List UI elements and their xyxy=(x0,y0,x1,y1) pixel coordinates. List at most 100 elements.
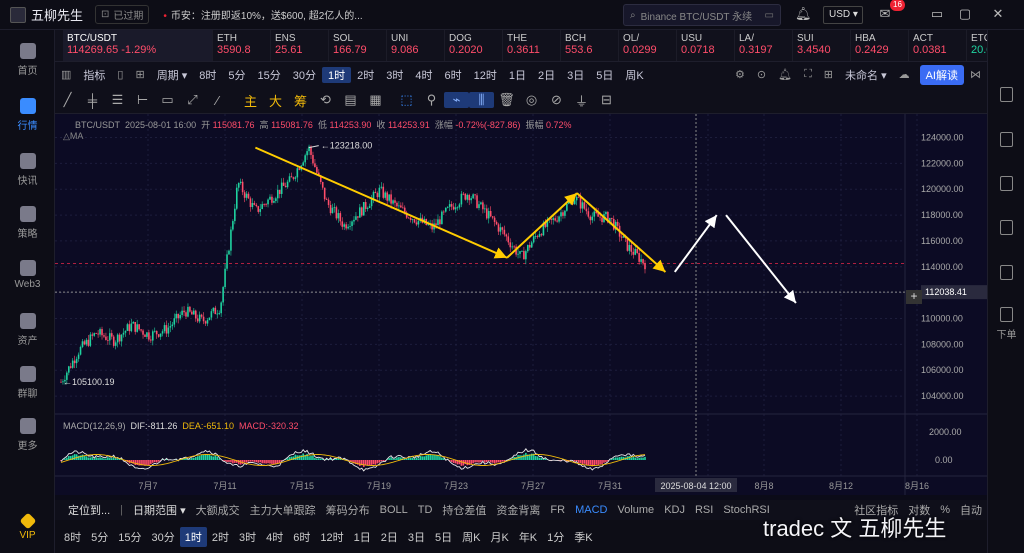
interval-option[interactable]: 12时 xyxy=(468,67,503,83)
fullscreen-icon[interactable]: ⛶ xyxy=(798,68,818,81)
interval-option[interactable]: 8时 xyxy=(193,67,222,83)
interval-button[interactable]: 2日 xyxy=(376,529,403,545)
ai-analysis-button[interactable]: AI解读 xyxy=(919,64,964,85)
alert-icon[interactable] xyxy=(1000,307,1013,322)
app-logo[interactable]: 五柳先生 xyxy=(0,5,83,24)
large-order-button[interactable]: 大 xyxy=(263,91,288,110)
interval-button[interactable]: 周K xyxy=(457,529,485,545)
chart-canvas[interactable]: 124000.00 122000.00 120000.00 118000.00 1160… xyxy=(55,114,987,495)
settings-icon[interactable]: ⚙ xyxy=(729,68,751,81)
symbol-tab[interactable]: BCH 553.6 xyxy=(561,30,619,61)
interval-button[interactable]: 1分 xyxy=(542,529,569,545)
interval-option[interactable]: 6时 xyxy=(439,67,468,83)
place-order-button[interactable]: 下单 xyxy=(988,326,1024,341)
nav-markets[interactable]: 行情 xyxy=(0,98,55,132)
symbol-tab[interactable]: SUI 3.4540 xyxy=(793,30,851,61)
chip-button[interactable]: 筹 xyxy=(288,91,313,110)
brush-tool-icon[interactable]: ∕ xyxy=(205,93,230,108)
ma-indicator-label[interactable]: △MA xyxy=(63,131,83,142)
indicator-toggle[interactable]: MACD xyxy=(570,504,612,516)
interval-button[interactable]: 2时 xyxy=(207,529,234,545)
interval-button[interactable]: 4时 xyxy=(261,529,288,545)
minimize-icon[interactable]: ▭ xyxy=(929,6,945,22)
interval-option[interactable]: 1日 xyxy=(503,67,532,83)
symbol-tab[interactable]: ACT 0.0381 xyxy=(909,30,967,61)
indicator-toggle[interactable]: KDJ xyxy=(659,504,690,516)
interval-button[interactable]: 12时 xyxy=(315,529,348,545)
interval-option[interactable]: 3日 xyxy=(561,67,590,83)
symbol-tab[interactable]: BTC/USDT 114269.65 -1.29% xyxy=(63,30,213,61)
nav-vip[interactable]: VIP xyxy=(0,512,55,541)
layers-icon[interactable]: ▤ xyxy=(338,92,363,108)
interval-button[interactable]: 5日 xyxy=(430,529,457,545)
symbol-tab[interactable]: HBA 0.2429 xyxy=(851,30,909,61)
interval-option[interactable]: 5分 xyxy=(222,67,251,83)
symbol-tab[interactable]: UNI 9.086 xyxy=(387,30,445,61)
interval-button[interactable]: 1时 xyxy=(179,526,207,547)
interval-button[interactable]: 5分 xyxy=(86,529,113,545)
eye-icon[interactable]: ◎ xyxy=(519,92,544,108)
expired-badge[interactable]: ⊡ 已过期 xyxy=(95,5,150,24)
interval-button[interactable]: 月K xyxy=(485,529,513,545)
maximize-icon[interactable]: ▢ xyxy=(957,6,973,22)
grid-layout-icon[interactable]: ⊞ xyxy=(818,68,839,81)
interval-button[interactable]: 季K xyxy=(569,529,597,545)
share-icon[interactable]: ⋈ xyxy=(964,68,987,81)
nav-web3[interactable]: Web3 xyxy=(0,260,55,290)
interval-button[interactable]: 3日 xyxy=(403,529,430,545)
interval-option[interactable]: 5日 xyxy=(590,67,619,83)
layout-name-select[interactable]: 未命名 ▾ xyxy=(839,67,893,83)
interval-button[interactable]: 1日 xyxy=(349,529,376,545)
calc-icon[interactable] xyxy=(1000,265,1013,280)
indicator-icon[interactable]: ▥ xyxy=(55,68,77,81)
indicator-toggle[interactable]: 主力大单跟踪 xyxy=(245,502,321,518)
symbol-tab[interactable]: LA/0.3197 xyxy=(735,30,793,61)
interval-option[interactable]: 15分 xyxy=(252,67,287,83)
order-book-icon[interactable] xyxy=(1000,87,1013,102)
cursor-icon[interactable]: ⬚ xyxy=(394,92,419,108)
close-icon[interactable]: ✕ xyxy=(990,6,1006,22)
symbol-tab[interactable]: SOL 166.79 xyxy=(329,30,387,61)
period-button[interactable]: 周期 ▾ xyxy=(151,67,194,83)
news-ticker[interactable]: • 币安：注册即返10%，送$600, 超2亿人的... xyxy=(163,7,362,22)
nav-home[interactable]: 首页 xyxy=(0,43,55,77)
pencil-icon[interactable]: ⊘ xyxy=(544,92,569,108)
ruler-icon[interactable]: ⚲ xyxy=(419,92,444,108)
date-range-select[interactable]: 日期范围 ▾ xyxy=(128,502,191,518)
interval-button[interactable]: 15分 xyxy=(113,529,146,545)
indicator-toggle[interactable]: FR xyxy=(545,504,570,516)
nav-news[interactable]: 快讯 xyxy=(0,153,55,187)
trades-icon[interactable] xyxy=(1000,132,1013,147)
indicator-toggle[interactable]: 筹码分布 xyxy=(321,502,375,518)
interval-option[interactable]: 3时 xyxy=(380,67,409,83)
symbol-tab[interactable]: OL/0.0299 xyxy=(619,30,677,61)
symbol-tab[interactable]: USU 0.0718 xyxy=(677,30,735,61)
locate-button[interactable]: 定位到... xyxy=(63,502,115,518)
interval-option[interactable]: 周K xyxy=(619,67,649,83)
indicator-toggle[interactable]: TD xyxy=(413,504,438,516)
ray-tool-icon[interactable]: ⊢ xyxy=(130,92,155,108)
price-chart[interactable]: 124000.00 122000.00 120000.00 118000.00 1160… xyxy=(55,114,987,495)
cloud-icon[interactable]: ☁ xyxy=(893,68,916,81)
filter-icon[interactable]: ⏚ xyxy=(569,91,594,110)
interval-button[interactable]: 8时 xyxy=(59,529,86,545)
chart-type-icon[interactable]: ▯ xyxy=(111,68,129,81)
symbol-tab[interactable]: THE 0.3611 xyxy=(503,30,561,61)
template-icon[interactable]: ▦ xyxy=(363,92,388,108)
indicator-toggle[interactable]: 资金背离 xyxy=(491,502,545,518)
interval-button[interactable]: 30分 xyxy=(147,529,180,545)
interval-button[interactable]: 年K xyxy=(514,529,542,545)
add-alert-icon[interactable]: + xyxy=(906,290,922,304)
indicator-toggle[interactable]: 持仓差值 xyxy=(437,502,491,518)
depth-chart-icon[interactable] xyxy=(1000,176,1013,191)
channel-tool-icon[interactable]: ☰ xyxy=(105,92,130,108)
sync-icon[interactable]: ⟲ xyxy=(313,92,338,108)
macd-label[interactable]: MACD(12,26,9) DIF:-811.26 DEA:-651.10 MA… xyxy=(63,421,299,431)
trend-line-tool-icon[interactable]: ╱ xyxy=(55,92,80,108)
scan-icon[interactable]: ▭ xyxy=(765,10,774,21)
nav-more[interactable]: 更多 xyxy=(0,418,55,452)
indicator-toggle[interactable]: 自动 xyxy=(955,502,987,518)
interval-button[interactable]: 3时 xyxy=(234,529,261,545)
camera-icon[interactable]: ⊙ xyxy=(751,68,772,81)
rectangle-tool-icon[interactable]: ▭ xyxy=(155,92,180,108)
